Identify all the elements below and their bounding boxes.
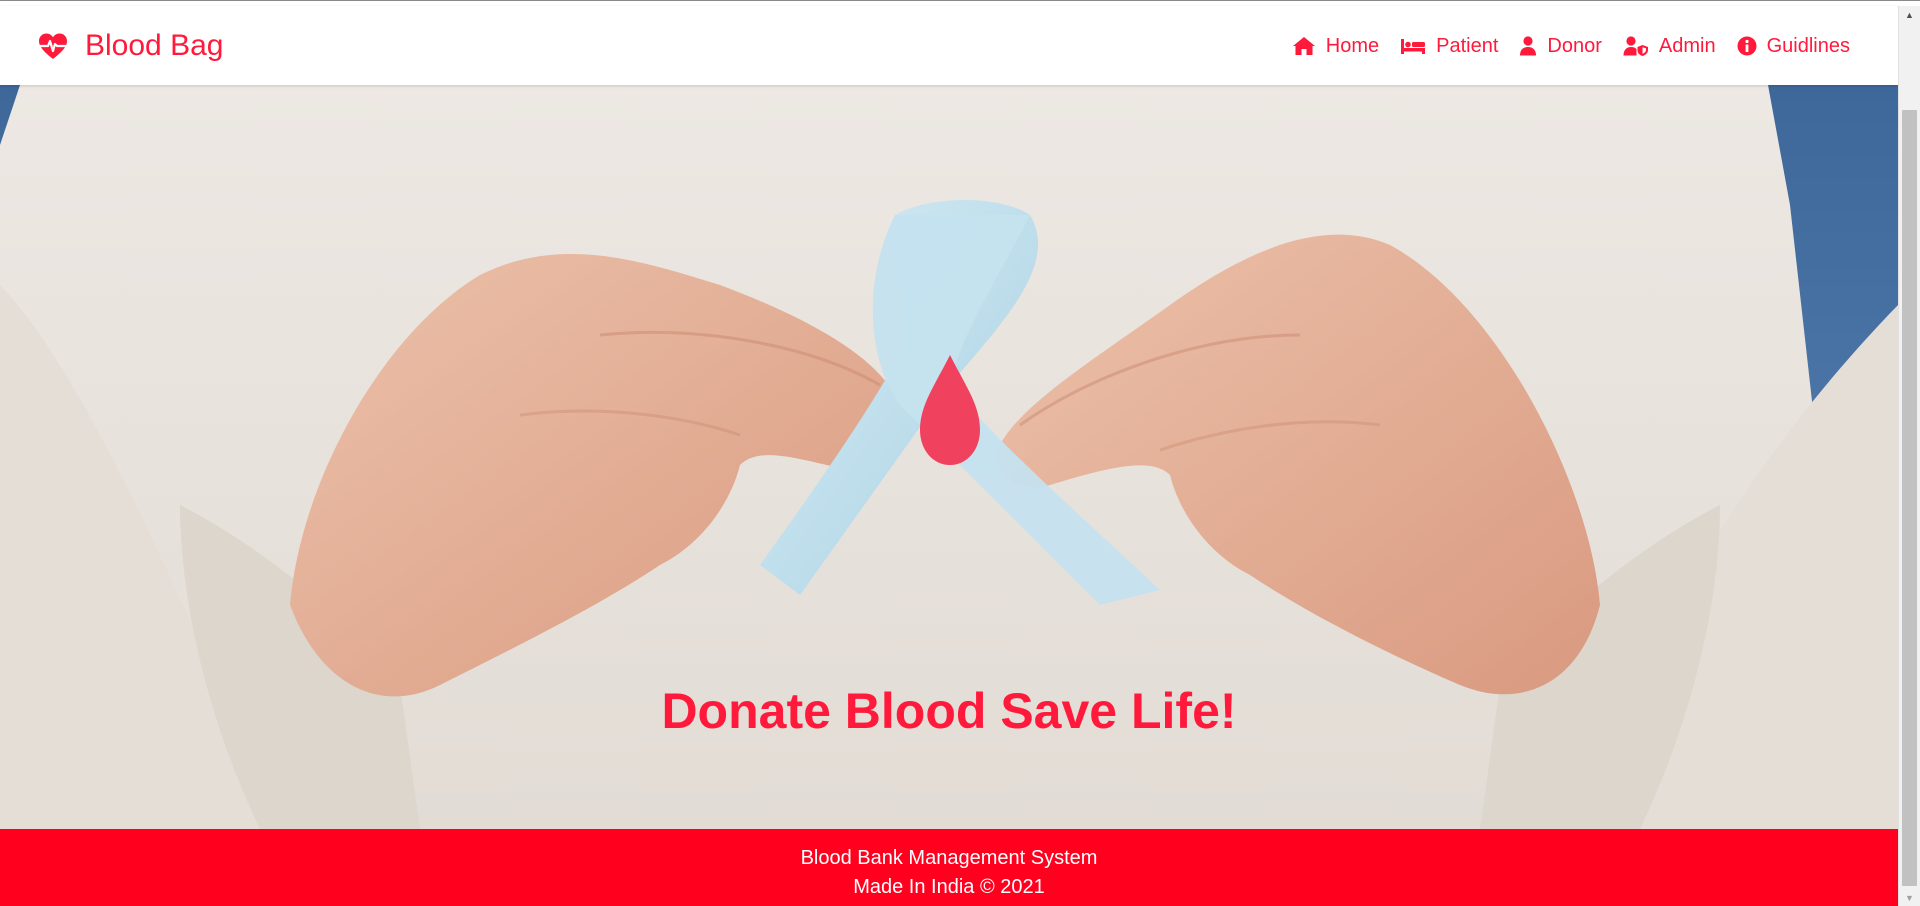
heartbeat-icon	[38, 33, 68, 59]
nav-patient[interactable]: Patient	[1400, 32, 1498, 60]
home-icon	[1292, 37, 1315, 55]
nav-guidlines[interactable]: Guidlines	[1737, 32, 1850, 60]
hero-tagline: Donate Blood Save Life!	[661, 683, 1237, 739]
scroll-down-arrow-icon[interactable]: ▼	[1899, 889, 1920, 906]
nav-admin[interactable]: Admin	[1623, 32, 1716, 60]
info-circle-icon	[1737, 36, 1757, 56]
user-shield-icon	[1623, 36, 1648, 56]
navbar: Blood Bag Home Patient Donor Admin Guidl…	[0, 6, 1898, 85]
footer-copyright: Made In India © 2021	[853, 876, 1045, 898]
nav-home-label: Home	[1325, 35, 1380, 57]
scroll-thumb[interactable]	[1902, 110, 1917, 886]
hero-section: Donate Blood Save Life!	[0, 85, 1898, 829]
nav-patient-label: Patient	[1436, 35, 1499, 57]
footer-title: Blood Bank Management System	[800, 847, 1098, 869]
nav-home[interactable]: Home	[1292, 32, 1379, 60]
brand-link[interactable]: Blood Bag	[37, 28, 223, 64]
brand-name: Blood Bag	[85, 29, 224, 62]
nav-admin-label: Admin	[1658, 35, 1716, 57]
bed-icon	[1401, 39, 1426, 54]
scroll-up-arrow-icon[interactable]: ▲	[1899, 6, 1920, 23]
nav-guidlines-label: Guidlines	[1766, 35, 1850, 57]
user-icon	[1520, 36, 1537, 56]
vertical-scrollbar[interactable]: ▲ ▼	[1898, 6, 1920, 906]
nav-donor[interactable]: Donor	[1519, 32, 1602, 60]
nav-donor-label: Donor	[1547, 35, 1602, 57]
footer: Blood Bank Management System Made In Ind…	[0, 829, 1898, 906]
main-nav: Home Patient Donor Admin Guidlines	[1292, 32, 1850, 60]
